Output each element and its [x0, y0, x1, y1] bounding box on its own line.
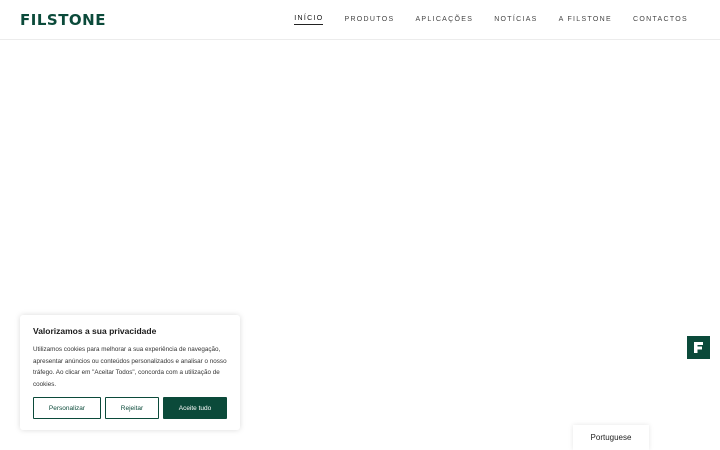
cookie-title: Valorizamos a sua privacidade: [33, 326, 157, 336]
logo-text: FILSTONE: [20, 10, 106, 29]
page: FILSTONE INÍCIO PRODUTOS APLICAÇÕES NOTÍ…: [0, 0, 720, 450]
accept-all-button[interactable]: Aceite tudo: [163, 397, 227, 419]
filstone-f-icon: [694, 342, 703, 353]
main-nav: INÍCIO PRODUTOS APLICAÇÕES NOTÍCIAS A FI…: [294, 0, 688, 40]
cookie-description: Utilizamos cookies para melhorar a sua e…: [33, 346, 227, 388]
customize-button[interactable]: Personalizar: [33, 397, 101, 419]
nav-item-inicio[interactable]: INÍCIO: [294, 15, 324, 25]
nav-item-noticias[interactable]: NOTÍCIAS: [494, 16, 537, 25]
cookie-buttons: Personalizar Rejeitar Aceite tudo: [33, 397, 227, 419]
filstone-badge-button[interactable]: [687, 336, 710, 359]
cookie-consent-banner: Valorizamos a sua privacidade Utilizamos…: [20, 315, 240, 430]
nav-item-produtos[interactable]: PRODUTOS: [344, 16, 394, 25]
reject-button[interactable]: Rejeitar: [105, 397, 159, 419]
language-label: Portuguese: [590, 433, 632, 442]
language-switcher[interactable]: Portuguese: [573, 425, 649, 450]
site-header: FILSTONE INÍCIO PRODUTOS APLICAÇÕES NOTÍ…: [0, 0, 720, 40]
filstone-logo[interactable]: FILSTONE: [20, 10, 106, 29]
nav-item-a-filstone[interactable]: A FILSTONE: [559, 16, 612, 25]
nav-item-contactos[interactable]: CONTACTOS: [633, 16, 688, 25]
nav-item-aplicacoes[interactable]: APLICAÇÕES: [415, 16, 473, 25]
